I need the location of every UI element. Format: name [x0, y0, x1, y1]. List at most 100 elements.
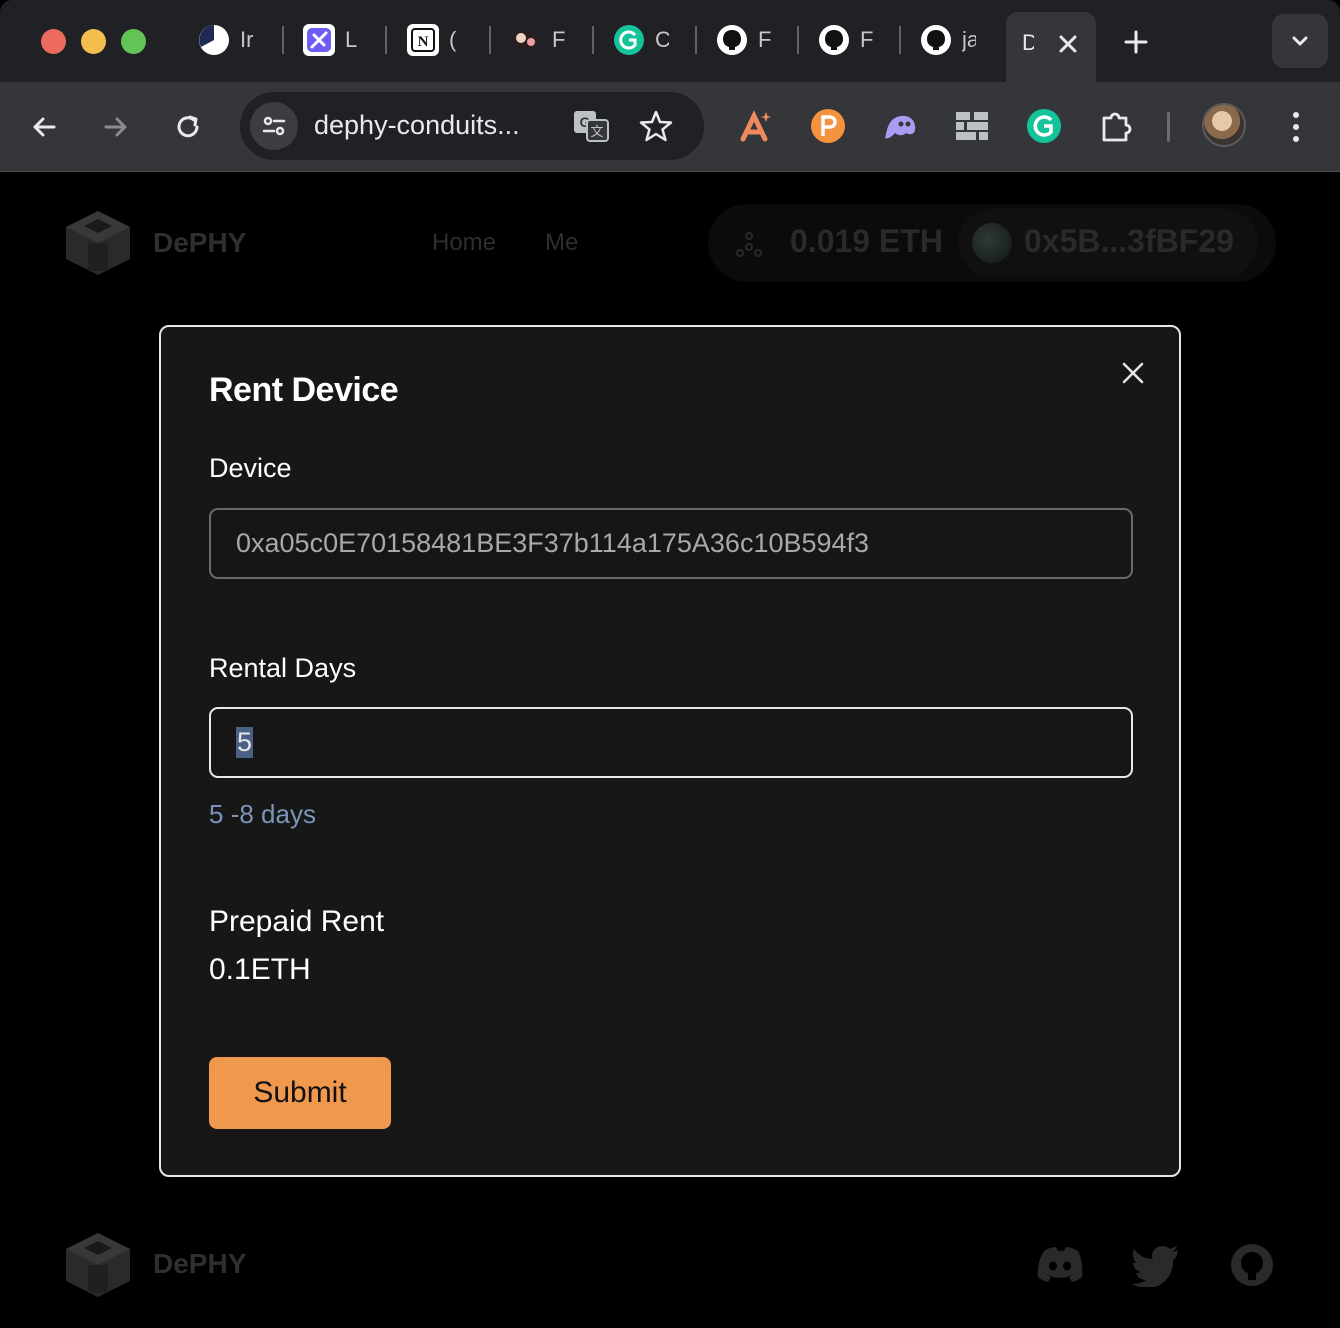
plus-icon	[1124, 30, 1148, 54]
twitter-icon[interactable]	[1132, 1243, 1180, 1287]
tab-7[interactable]: F	[818, 14, 874, 66]
url-text[interactable]: dephy-conduits...	[314, 110, 520, 141]
address-bar[interactable]: dephy-conduits... G文	[240, 92, 704, 160]
brand-name[interactable]: DePHY	[153, 227, 246, 259]
maximize-window-button[interactable]	[121, 29, 146, 54]
star-icon	[639, 110, 673, 142]
arrow-left-icon	[33, 117, 56, 137]
tab-8[interactable]: ja	[920, 14, 976, 66]
spark-icon	[740, 110, 771, 142]
tab-strip: Ir L N ( F C F F ja D	[0, 0, 1340, 82]
extensions-button[interactable]	[1096, 106, 1136, 146]
pie-chart-icon	[198, 24, 230, 56]
tab-active[interactable]: D	[1006, 12, 1096, 82]
forward-button[interactable]	[96, 107, 136, 147]
tab-title: Ir	[240, 27, 254, 52]
tab-title: F	[860, 27, 874, 52]
modal-title: Rent Device	[209, 371, 399, 409]
tab-title: C	[655, 27, 669, 52]
device-input-value: 0xa05c0E70158481BE3F37b114a175A36c10B594…	[236, 528, 870, 558]
toolbar-divider	[1167, 112, 1170, 142]
modal-close-button[interactable]	[1117, 357, 1149, 389]
nav-link-home[interactable]: Home	[432, 229, 496, 257]
tab-title: F	[758, 27, 772, 52]
rent-device-modal: Rent Device Device 0xa05c0E70158481BE3F3…	[159, 325, 1181, 1177]
tab-title: F	[552, 27, 566, 52]
tab-divider	[797, 26, 799, 54]
grammarly-icon	[613, 24, 645, 56]
p-coin-extension-button[interactable]	[808, 106, 848, 146]
tab-divider	[899, 26, 901, 54]
grid-extension-button[interactable]	[952, 106, 992, 146]
tab-4[interactable]: F	[510, 14, 566, 66]
prepaid-rent-label: Prepaid Rent	[209, 905, 385, 938]
svg-text:N: N	[418, 34, 429, 50]
anime-avatar-icon	[510, 24, 542, 56]
tab-title: D	[1022, 30, 1034, 55]
nav-link-me[interactable]: Me	[545, 229, 578, 257]
tab-divider	[592, 26, 594, 54]
grid-icon	[956, 112, 988, 140]
browser-toolbar: dephy-conduits... G文	[0, 82, 1340, 172]
network-icon	[736, 232, 762, 257]
dephy-logo-icon[interactable]	[62, 1231, 134, 1299]
tab-1[interactable]: Ir	[198, 14, 254, 66]
translate-button[interactable]: G文	[572, 108, 610, 144]
github-icon	[818, 24, 850, 56]
rental-days-label: Rental Days	[209, 653, 357, 683]
tab-title: (	[449, 27, 457, 52]
bookmark-button[interactable]	[636, 106, 676, 146]
new-tab-button[interactable]	[1116, 22, 1156, 62]
browser-window: Ir L N ( F C F F ja D dephy-conduits... …	[0, 0, 1340, 1328]
tab-divider	[385, 26, 387, 54]
prepaid-rent-value: 0.1ETH	[209, 953, 311, 986]
close-tab-button[interactable]	[1050, 26, 1086, 62]
minimize-window-button[interactable]	[81, 29, 106, 54]
tab-3[interactable]: N (	[407, 14, 463, 66]
close-icon	[1059, 35, 1077, 53]
ghost-extension-button[interactable]	[880, 106, 920, 146]
notion-icon: N	[407, 24, 439, 56]
rental-days-value: 5	[236, 727, 254, 758]
submit-button[interactable]: Submit	[209, 1057, 391, 1129]
tune-icon	[262, 116, 286, 136]
reload-button[interactable]	[168, 107, 208, 147]
svg-text:文: 文	[590, 125, 603, 140]
discord-icon[interactable]	[1036, 1243, 1084, 1287]
grammarly-extension-button[interactable]	[1024, 106, 1064, 146]
translate-icon: G文	[574, 111, 609, 142]
ghost-icon	[885, 115, 916, 139]
close-window-button[interactable]	[41, 29, 66, 54]
tab-5[interactable]: C	[613, 14, 669, 66]
tab-search-button[interactable]	[1272, 14, 1328, 68]
page: DePHY Home Me 0.019 ETH 0x5B...3fBF29 Re…	[0, 173, 1340, 1328]
browser-menu-button[interactable]	[1280, 107, 1312, 147]
tab-2[interactable]: L	[303, 14, 359, 66]
tab-divider	[489, 26, 491, 54]
rental-days-hint: 5 -8 days	[209, 799, 316, 829]
device-input[interactable]: 0xa05c0E70158481BE3F37b114a175A36c10B594…	[209, 508, 1133, 579]
reload-icon	[177, 115, 199, 138]
tab-divider	[695, 26, 697, 54]
github-icon[interactable]	[1228, 1243, 1276, 1287]
close-icon	[1122, 362, 1144, 384]
tab-title: L	[345, 27, 358, 52]
github-icon	[920, 24, 952, 56]
device-label: Device	[209, 453, 292, 483]
arrow-right-icon	[104, 117, 127, 137]
dephy-logo-icon[interactable]	[62, 209, 134, 277]
account-address[interactable]: 0x5B...3fBF29	[1024, 223, 1234, 260]
tab-6[interactable]: F	[716, 14, 772, 66]
back-button[interactable]	[24, 107, 64, 147]
balance-text: 0.019 ETH	[790, 223, 943, 259]
footer-brand-name: DePHY	[153, 1248, 247, 1279]
p-coin-icon	[811, 109, 845, 143]
puzzle-icon	[1102, 112, 1132, 142]
spark-extension-button[interactable]	[736, 106, 776, 146]
grammarly-icon	[1027, 109, 1061, 143]
tab-title: ja	[962, 27, 976, 52]
rental-days-input[interactable]: 5	[209, 707, 1133, 778]
profile-avatar[interactable]	[1202, 103, 1246, 147]
site-info-button[interactable]	[250, 102, 298, 150]
linear-app-icon	[303, 24, 335, 56]
